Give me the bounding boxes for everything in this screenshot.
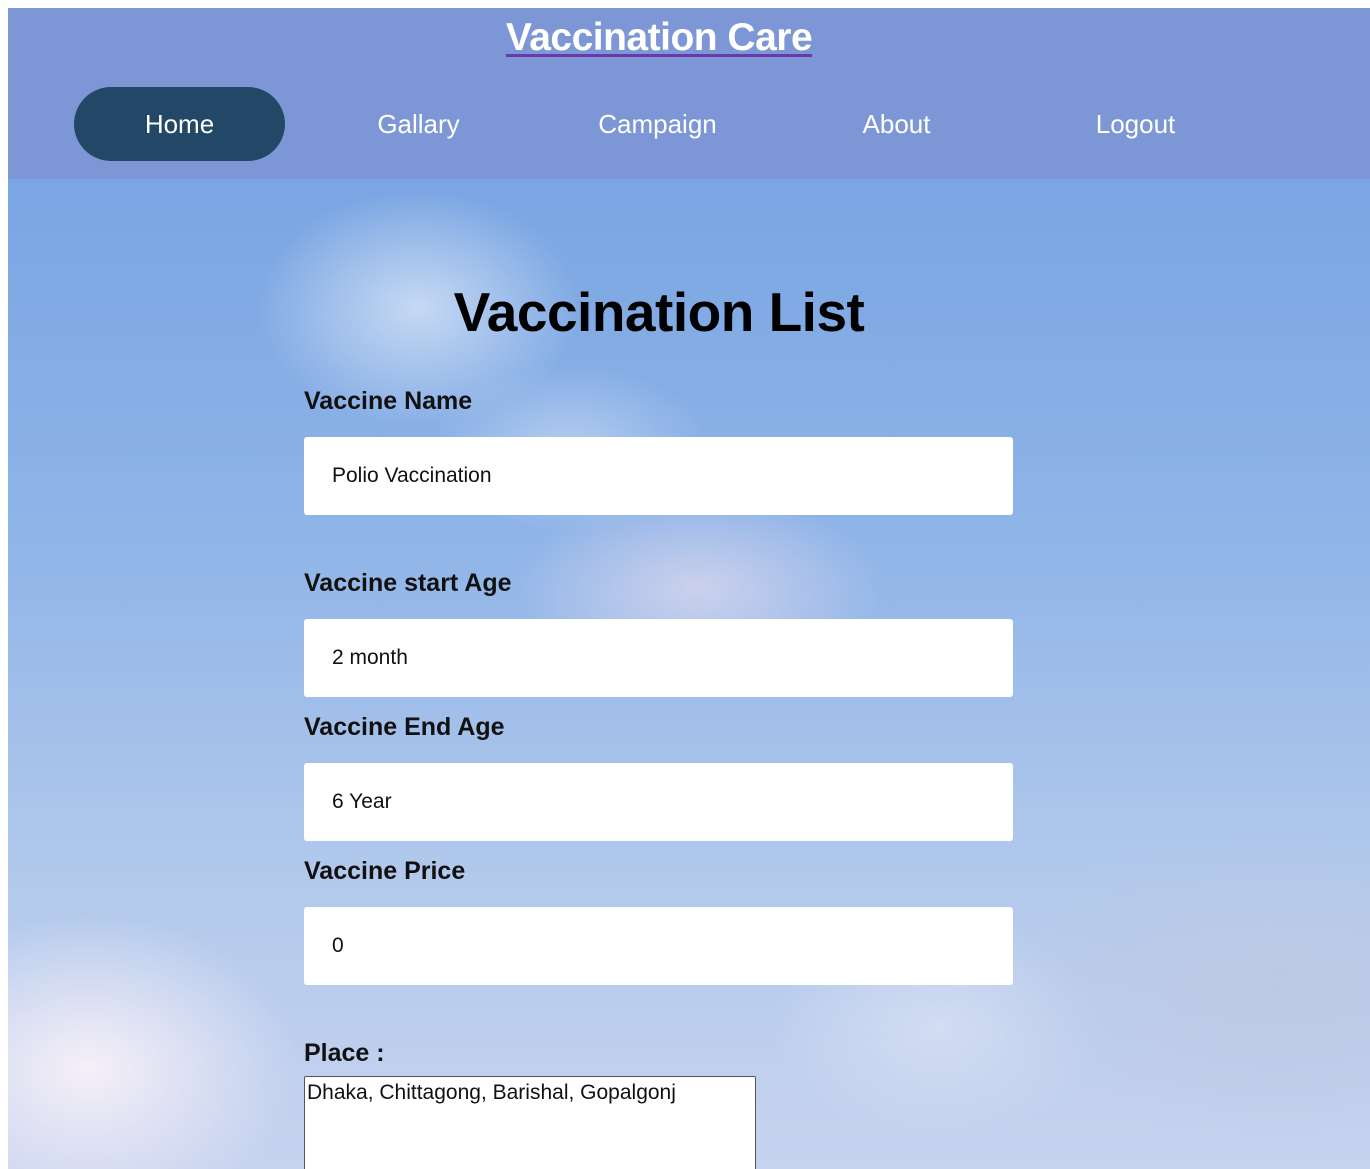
- main-nav: Home Gallary Campaign About Logout: [74, 87, 1269, 161]
- vaccine-name-input[interactable]: [304, 437, 1013, 515]
- page-frame: Vaccination Care Home Gallary Campaign A…: [8, 8, 1370, 1169]
- vaccine-start-age-input[interactable]: [304, 619, 1013, 697]
- nav-gallary[interactable]: Gallary: [313, 87, 524, 161]
- site-title[interactable]: Vaccination Care: [8, 16, 1310, 60]
- place-label: Place :: [304, 1039, 385, 1067]
- nav-logout[interactable]: Logout: [1030, 87, 1241, 161]
- nav-about[interactable]: About: [791, 87, 1002, 161]
- nav-home[interactable]: Home: [74, 87, 285, 161]
- page-title: Vaccination List: [453, 281, 865, 343]
- vaccine-price-input[interactable]: [304, 907, 1013, 985]
- vaccine-end-age-input[interactable]: [304, 763, 1013, 841]
- vaccine-start-age-label: Vaccine start Age: [304, 569, 512, 597]
- site-header: Vaccination Care Home Gallary Campaign A…: [8, 8, 1370, 179]
- vaccine-name-label: Vaccine Name: [304, 387, 473, 415]
- nav-campaign[interactable]: Campaign: [552, 87, 763, 161]
- vaccine-price-label: Vaccine Price: [304, 857, 466, 885]
- vaccine-end-age-label: Vaccine End Age: [304, 713, 505, 741]
- place-textarea[interactable]: Dhaka, Chittagong, Barishal, Gopalgonj: [304, 1076, 756, 1169]
